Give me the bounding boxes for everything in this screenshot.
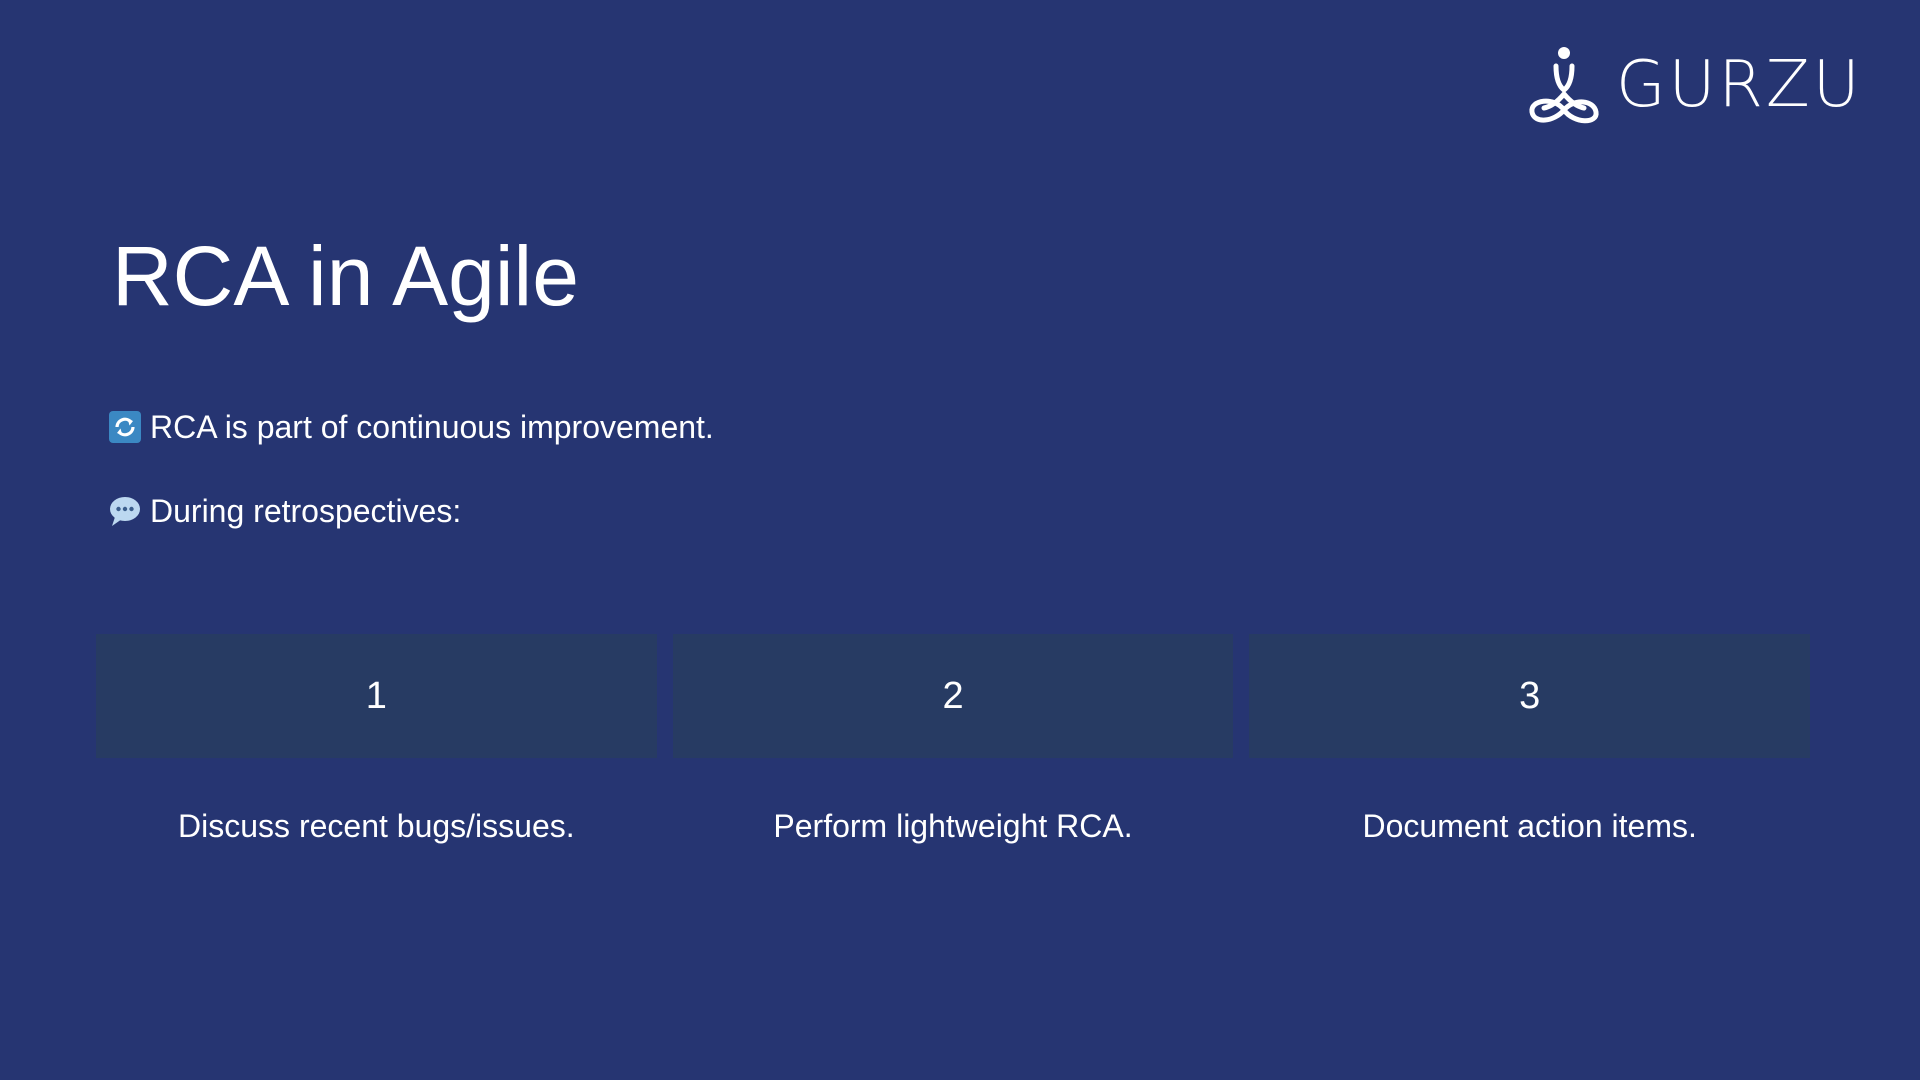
slide-title: RCA in Agile	[112, 229, 579, 323]
step-label: Document action items.	[1362, 808, 1697, 844]
step-2: 2 Perform lightweight RCA.	[672, 634, 1234, 845]
brand-logo: GURZU	[1526, 40, 1863, 130]
step-1: 1 Discuss recent bugs/issues.	[96, 634, 657, 845]
meditating-figure-infinity-icon	[1529, 47, 1599, 124]
bullet-retrospectives: During retrospectives:	[108, 494, 461, 528]
steps-row: 1 Discuss recent bugs/issues. 2 Perform …	[96, 634, 1811, 845]
bullet-text: During retrospectives:	[150, 493, 462, 529]
step-number-box: 3	[1249, 634, 1811, 758]
bullet-continuous-improvement: RCA is part of continuous improvement.	[108, 410, 714, 444]
step-number-box: 2	[672, 634, 1234, 758]
step-label: Discuss recent bugs/issues.	[178, 808, 575, 844]
brand-name: GURZU	[1616, 48, 1863, 122]
step-3: 3 Document action items.	[1249, 634, 1811, 845]
step-label: Perform lightweight RCA.	[773, 808, 1133, 844]
refresh-arrows-icon	[109, 411, 141, 443]
speech-bubble-icon	[110, 497, 140, 526]
step-number-box: 1	[96, 634, 657, 758]
bullet-text: RCA is part of continuous improvement.	[150, 409, 714, 445]
